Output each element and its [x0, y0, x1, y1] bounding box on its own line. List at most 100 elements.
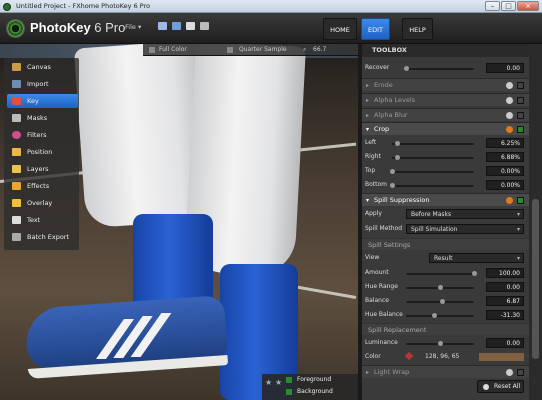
section-erode[interactable]: ▸ Erode [362, 78, 529, 91]
spill-method-row: Spill Method Spill Simulation [362, 222, 529, 236]
sidebar-item-key[interactable]: Key [7, 94, 78, 108]
crop-right-value[interactable]: 6.88% [486, 152, 524, 162]
overlay-icon [12, 199, 21, 207]
scrollbar-thumb[interactable] [532, 199, 539, 359]
crop-bottom-value[interactable]: 0.00% [486, 180, 524, 190]
sidebar-item-layers[interactable]: Layers [7, 162, 78, 176]
luminance-slider[interactable] [406, 341, 474, 346]
sidebar-item-text[interactable]: Text [7, 213, 78, 227]
hue-range-slider[interactable] [406, 285, 474, 290]
crop-left-slider[interactable] [392, 141, 474, 146]
zoom-level[interactable]: 66.7 [313, 44, 326, 56]
checkbox-icon[interactable] [286, 388, 292, 395]
hue-range-value[interactable]: 0.00 [486, 282, 524, 292]
section-spill-suppression[interactable]: ▾ Spill Suppression [362, 193, 529, 206]
section-light-wrap[interactable]: ▸ Light Wrap [362, 365, 529, 378]
crop-right-slider[interactable] [392, 155, 474, 160]
section-alpha-levels[interactable]: ▸ Alpha Levels [362, 93, 529, 106]
window-title: Untitled Project - FXhome PhotoKey 6 Pro [16, 2, 151, 10]
new-project-icon[interactable] [158, 22, 167, 30]
sidebar-item-overlay[interactable]: Overlay [7, 196, 78, 210]
view-row: View Result [362, 251, 529, 265]
slider-knob[interactable] [432, 313, 438, 318]
star-icon[interactable]: ★ [265, 378, 272, 387]
crop-top-value[interactable]: 0.00% [486, 166, 524, 176]
slider-knob[interactable] [389, 183, 395, 188]
sidebar-item-filters[interactable]: Filters [7, 128, 78, 142]
info-icon[interactable] [506, 112, 513, 119]
toolbox-scrollbar[interactable] [529, 44, 542, 400]
minimize-button[interactable]: – [485, 1, 500, 11]
crop-left-value[interactable]: 6.25% [486, 138, 524, 148]
enable-checkbox[interactable] [517, 112, 524, 119]
toolbar-icons [158, 22, 209, 30]
sampling-mode[interactable]: Quarter Sample [239, 44, 287, 56]
info-icon[interactable] [506, 126, 513, 133]
full-color-icon[interactable] [149, 47, 155, 53]
apply-dropdown[interactable]: Before Masks [406, 209, 524, 219]
enable-checkbox[interactable] [517, 126, 524, 133]
slider-knob[interactable] [437, 341, 443, 346]
amount-value[interactable]: 100.00 [486, 268, 524, 278]
maximize-button[interactable]: □ [501, 1, 516, 11]
info-icon[interactable] [506, 82, 513, 89]
spill-method-dropdown[interactable]: Spill Simulation [406, 224, 524, 234]
crop-left-label: Left [365, 139, 377, 146]
print-icon[interactable] [200, 22, 209, 30]
tab-home[interactable]: HOME [323, 18, 357, 40]
section-crop[interactable]: ▾ Crop [362, 122, 529, 135]
info-icon[interactable] [506, 97, 513, 104]
sidebar-item-masks[interactable]: Masks [7, 111, 78, 125]
balance-slider[interactable] [406, 299, 474, 304]
sidebar-item-position[interactable]: Position [7, 145, 78, 159]
reset-all-button[interactable]: Reset All [477, 380, 524, 393]
zoom-icon[interactable]: ⌕ [303, 44, 306, 56]
sidebar-item-batch-export[interactable]: Batch Export [7, 230, 78, 244]
crop-top-slider[interactable] [389, 169, 474, 174]
close-button[interactable]: × [517, 1, 539, 11]
hue-balance-label: Hue Balance [365, 311, 403, 318]
enable-checkbox[interactable] [517, 97, 524, 104]
amount-slider[interactable] [406, 271, 477, 276]
sampling-icon[interactable] [227, 47, 233, 53]
star-icon[interactable]: ★ [275, 378, 282, 387]
info-icon[interactable] [506, 369, 513, 376]
slider-knob[interactable] [403, 66, 409, 71]
slider-knob[interactable] [439, 299, 445, 304]
tab-help[interactable]: HELP [402, 18, 433, 40]
sidebar-item-effects[interactable]: Effects [7, 179, 78, 193]
tab-edit[interactable]: EDIT [361, 18, 390, 40]
open-project-icon[interactable] [172, 22, 181, 30]
toolbox-title: TOOLBOX [362, 44, 529, 57]
sidebar-item-canvas[interactable]: Canvas [7, 60, 78, 74]
crop-bottom-label: Bottom [365, 181, 388, 188]
balance-value[interactable]: 6.87 [486, 296, 524, 306]
hue-balance-value[interactable]: -31.30 [486, 310, 524, 320]
crop-bottom-slider[interactable] [389, 183, 474, 188]
email-icon[interactable] [186, 22, 195, 30]
color-mode[interactable]: Full Color [159, 44, 187, 56]
amount-label: Amount [365, 269, 389, 276]
hue-balance-slider[interactable] [406, 313, 474, 318]
slider-knob[interactable] [471, 271, 477, 276]
checkbox-icon[interactable] [286, 376, 292, 383]
slider-knob[interactable] [395, 155, 401, 160]
eyedropper-icon[interactable] [404, 351, 414, 361]
enable-checkbox[interactable] [517, 82, 524, 89]
slider-knob[interactable] [389, 169, 395, 174]
info-icon[interactable] [506, 197, 513, 204]
color-label: Color [365, 353, 381, 360]
view-dropdown[interactable]: Result [429, 253, 524, 263]
luminance-value[interactable]: 0.00 [486, 338, 524, 348]
effects-icon [12, 182, 21, 190]
slider-knob[interactable] [394, 141, 400, 146]
color-swatch[interactable] [479, 353, 524, 361]
slider-knob[interactable] [437, 285, 443, 290]
enable-checkbox[interactable] [517, 369, 524, 376]
recover-value[interactable]: 0.00 [486, 63, 524, 73]
enable-checkbox[interactable] [517, 197, 524, 204]
file-menu[interactable]: File ▾ [125, 23, 141, 31]
section-alpha-blur[interactable]: ▸ Alpha Blur [362, 108, 529, 121]
recover-slider[interactable] [403, 66, 474, 71]
sidebar-item-import[interactable]: Import [7, 77, 78, 91]
